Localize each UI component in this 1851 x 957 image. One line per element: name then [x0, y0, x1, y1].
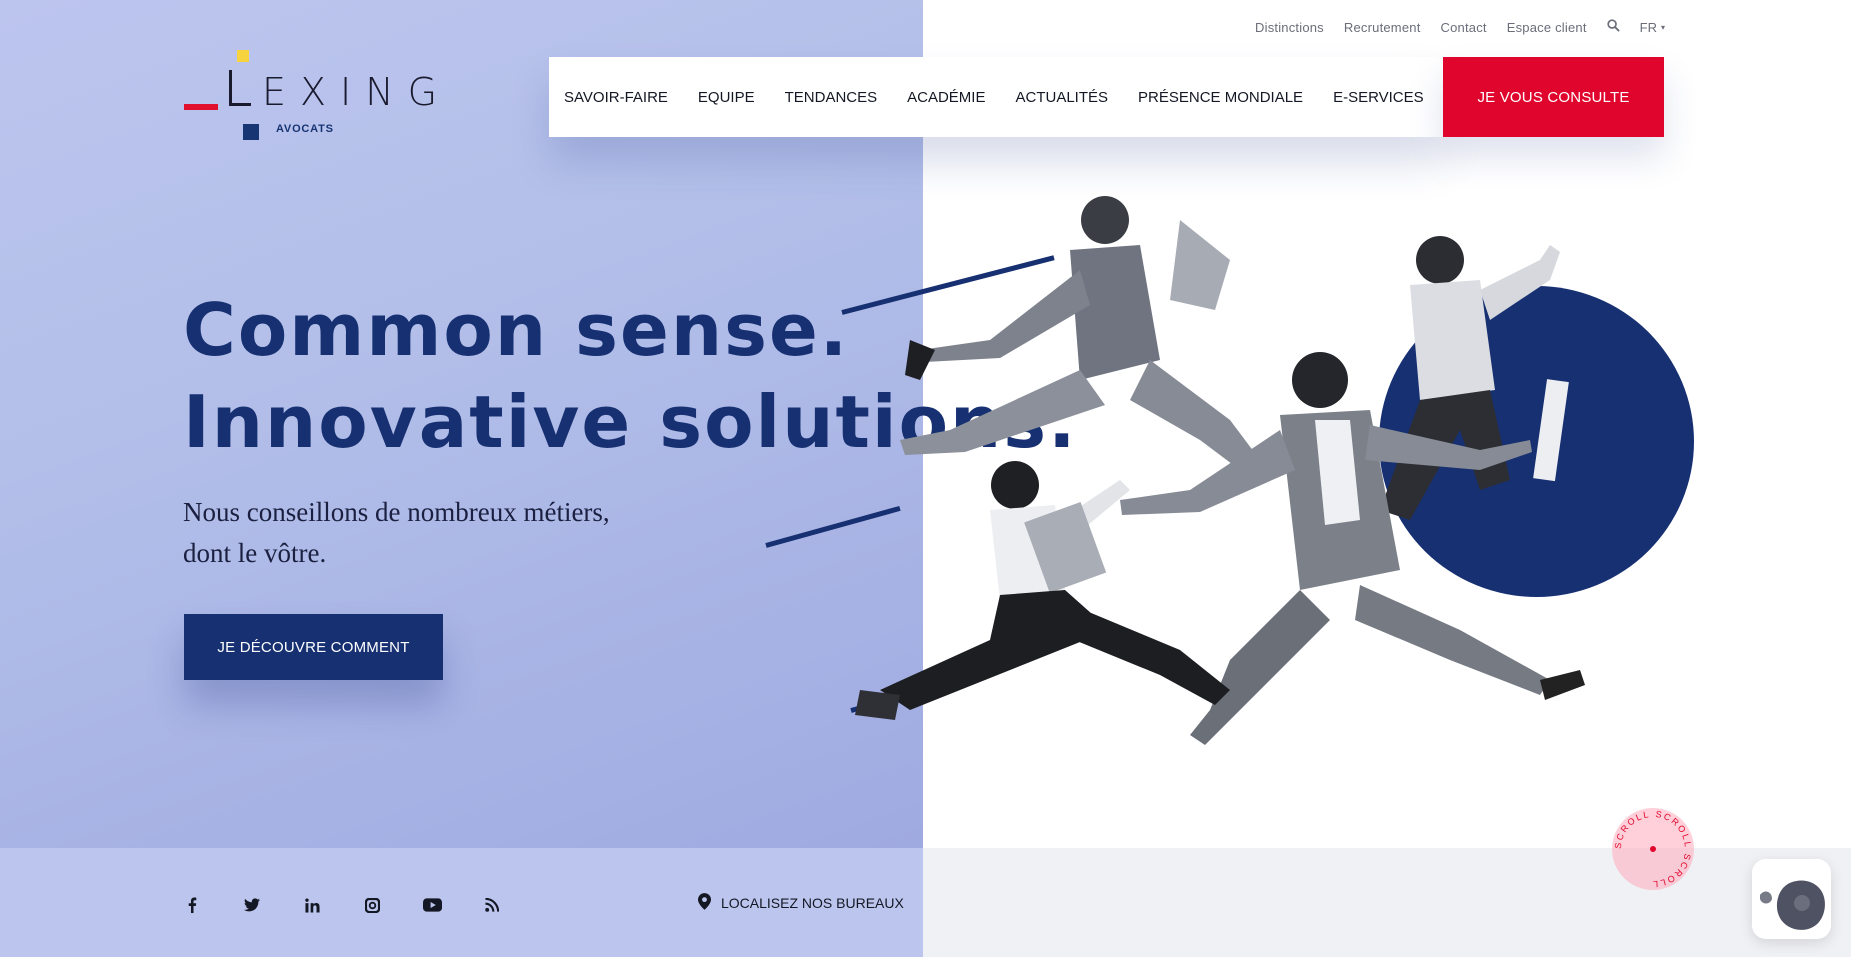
- logo-letter-l: [229, 70, 232, 106]
- widget-thumbnail-image: [1752, 859, 1831, 939]
- logo-yellow-square: [237, 50, 249, 62]
- nav-item-tendances[interactable]: TENDANCES: [785, 89, 878, 106]
- nav-item-actualites[interactable]: ACTUALITÉS: [1015, 89, 1108, 106]
- main-nav: SAVOIR-FAIRE EQUIPE TENDANCES ACADÉMIE A…: [549, 57, 1473, 137]
- logo-wordmark: EXING: [262, 70, 452, 114]
- youtube-icon[interactable]: [422, 895, 442, 915]
- caret-down-icon: ▾: [1660, 22, 1665, 32]
- rss-icon[interactable]: [482, 895, 502, 915]
- instagram-icon[interactable]: [362, 895, 382, 915]
- discover-button[interactable]: JE DÉCOUVRE COMMENT: [184, 614, 443, 680]
- nav-item-equipe[interactable]: EQUIPE: [698, 89, 755, 106]
- language-label: FR: [1639, 19, 1657, 35]
- scroll-indicator[interactable]: SCROLL SCROLL SCROLL: [1612, 808, 1694, 890]
- logo-red-bar: [184, 104, 218, 110]
- search-icon[interactable]: [1607, 19, 1620, 35]
- twitter-icon[interactable]: [242, 895, 262, 915]
- map-pin-icon: [698, 893, 711, 913]
- jumping-team-photo: [855, 196, 1585, 745]
- hero-subtitle: Nous conseillons de nombreux métiers, do…: [183, 492, 783, 574]
- locate-offices-label: LOCALISEZ NOS BUREAUX: [721, 895, 904, 911]
- logo-blue-square: [243, 124, 259, 140]
- nav-item-presence-mondiale[interactable]: PRÉSENCE MONDIALE: [1138, 89, 1303, 106]
- language-selector[interactable]: FR ▾: [1640, 20, 1665, 35]
- social-links: [182, 895, 502, 915]
- utility-link-contact[interactable]: Contact: [1441, 20, 1487, 35]
- locate-offices-link[interactable]: LOCALISEZ NOS BUREAUX: [698, 893, 904, 913]
- logo-letter-l-base: [229, 103, 251, 106]
- lexing-logo[interactable]: EXING AVOCATS: [184, 50, 454, 142]
- linkedin-icon[interactable]: [302, 895, 322, 915]
- nav-item-academie[interactable]: ACADÉMIE: [907, 89, 985, 106]
- nav-item-e-services[interactable]: E-SERVICES: [1333, 89, 1424, 106]
- facebook-icon[interactable]: [182, 895, 202, 915]
- hero-subtitle-line-1: Nous conseillons de nombreux métiers,: [183, 497, 610, 527]
- consult-button[interactable]: JE VOUS CONSULTE: [1443, 57, 1664, 137]
- nav-item-savoir-faire[interactable]: SAVOIR-FAIRE: [564, 89, 668, 106]
- utility-nav: Distinctions Recrutement Contact Espace …: [1255, 19, 1665, 35]
- utility-link-distinctions[interactable]: Distinctions: [1255, 20, 1324, 35]
- logo-subtitle: AVOCATS: [276, 123, 334, 135]
- utility-link-espace-client[interactable]: Espace client: [1507, 20, 1587, 35]
- utility-link-recrutement[interactable]: Recrutement: [1344, 20, 1421, 35]
- hero-subtitle-line-2: dont le vôtre.: [183, 538, 327, 568]
- chat-widget-button[interactable]: [1752, 859, 1831, 939]
- scroll-dot: [1650, 846, 1656, 852]
